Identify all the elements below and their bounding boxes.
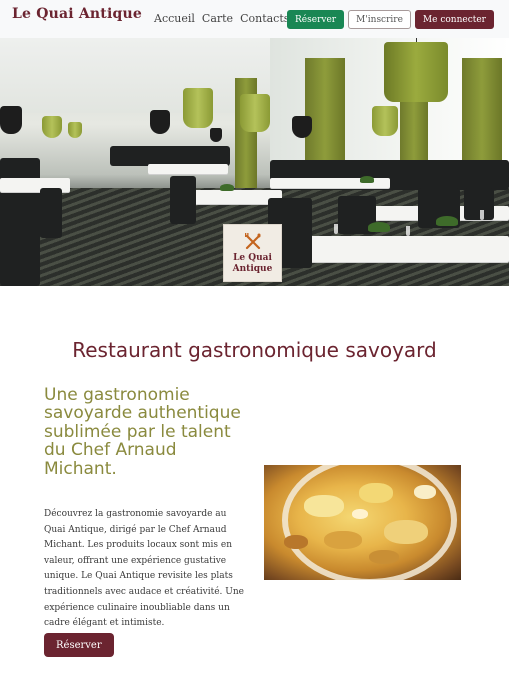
hero-lamp bbox=[292, 116, 312, 138]
hero-chair bbox=[40, 188, 62, 238]
nav-buttons: Réserver M'inscrire Me connecter bbox=[287, 10, 494, 29]
hero-plant bbox=[220, 184, 234, 191]
nav-link-accueil[interactable]: Accueil bbox=[154, 12, 195, 25]
dish-detail bbox=[414, 485, 436, 499]
hero-lamp bbox=[68, 122, 82, 138]
hero-table bbox=[300, 236, 509, 262]
hero-lamp bbox=[372, 106, 398, 136]
hero-plant bbox=[368, 222, 390, 232]
dish-detail bbox=[284, 535, 308, 549]
dish-rim bbox=[282, 465, 457, 580]
hero-glass bbox=[406, 226, 410, 236]
dish-detail bbox=[352, 509, 368, 519]
hero-chair bbox=[170, 176, 196, 224]
navbar: Le Quai Antique Accueil Carte Contacts R… bbox=[0, 0, 509, 38]
hero-lamp bbox=[210, 128, 222, 142]
hero-lamp bbox=[42, 116, 62, 138]
page-title: Restaurant gastronomique savoyard bbox=[72, 338, 437, 362]
hero-table bbox=[148, 164, 228, 174]
hero-bench bbox=[110, 146, 230, 166]
nav-link-contacts[interactable]: Contacts bbox=[240, 12, 289, 25]
hero-lamp bbox=[384, 42, 448, 102]
crossed-fork-knife-icon bbox=[244, 233, 260, 250]
hero-lamp bbox=[240, 94, 270, 132]
restaurant-logo: Le Quai Antique bbox=[223, 224, 282, 282]
dish-detail bbox=[359, 483, 393, 503]
login-button[interactable]: Me connecter bbox=[414, 10, 494, 29]
hero-lamp bbox=[0, 106, 22, 134]
logo-text-line2: Antique bbox=[232, 264, 273, 274]
dish-photo bbox=[264, 465, 461, 580]
signup-button[interactable]: M'inscrire bbox=[348, 10, 411, 29]
dish-detail bbox=[369, 550, 399, 564]
hero-lamp bbox=[183, 88, 213, 128]
nav-links: Accueil Carte Contacts bbox=[154, 12, 289, 25]
hero-lamp bbox=[150, 110, 170, 134]
brand-logo[interactable]: Le Quai Antique bbox=[12, 6, 142, 22]
hero-plant bbox=[360, 176, 374, 183]
reserve-cta-button[interactable]: Réserver bbox=[44, 633, 114, 657]
nav-link-carte[interactable]: Carte bbox=[202, 12, 233, 25]
logo-text-line1: Le Quai bbox=[233, 253, 272, 263]
hero-plant bbox=[436, 216, 458, 226]
section-description: Découvrez la gastronomie savoyarde au Qu… bbox=[44, 509, 244, 629]
dish-detail bbox=[304, 495, 344, 517]
hero-glass bbox=[480, 210, 484, 220]
section-subtitle: Une gastronomie savoyarde authentique su… bbox=[44, 385, 241, 479]
reserve-button[interactable]: Réserver bbox=[287, 10, 345, 29]
hero-glass bbox=[334, 224, 338, 234]
dish-detail bbox=[384, 520, 428, 544]
hero-chair bbox=[464, 188, 494, 220]
dish-detail bbox=[324, 531, 362, 549]
